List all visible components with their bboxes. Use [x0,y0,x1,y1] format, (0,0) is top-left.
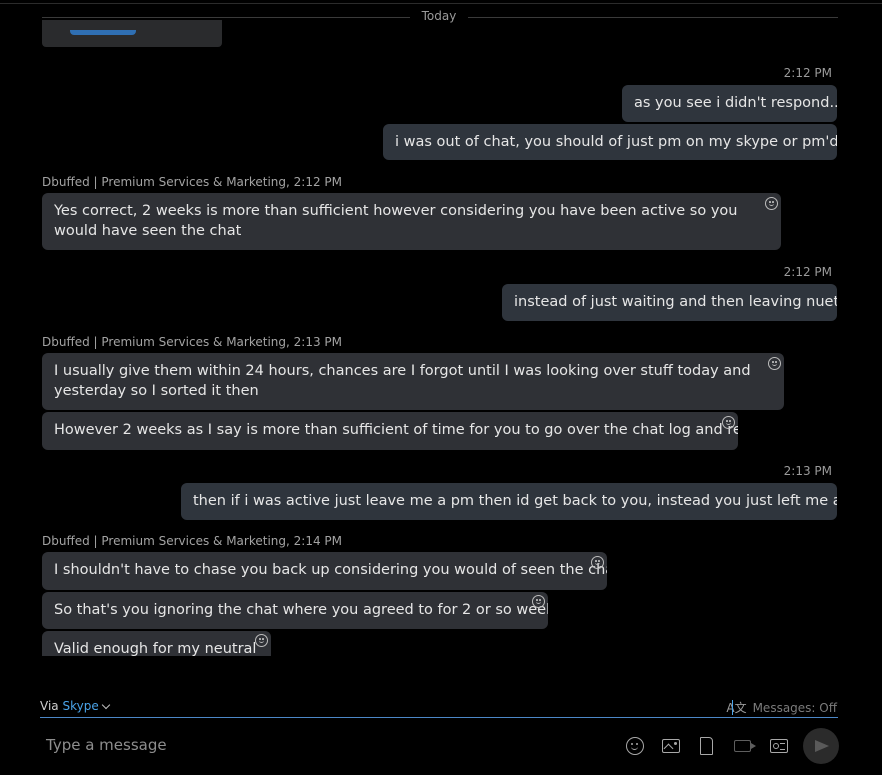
incoming-message[interactable]: Yes correct, 2 weeks is more than suffic… [42,193,781,250]
translation-status[interactable]: A文 Messages: Off [726,699,837,716]
incoming-message[interactable]: I usually give them within 24 hours, cha… [42,353,784,410]
timestamp: 2:13 PM [783,464,832,478]
add-reaction-icon[interactable] [768,357,781,370]
sender-time: 2:13 PM [293,335,343,349]
outgoing-message[interactable]: instead of just waiting and then leaving… [502,284,837,321]
add-reaction-icon[interactable] [255,634,268,647]
outgoing-message[interactable]: then if i was active just leave me a pm … [181,483,837,520]
timestamp: 2:12 PM [783,66,832,80]
messages-status: Messages: Off [752,701,837,715]
contact-card-icon[interactable] [770,739,788,753]
sender-name: Dbuffed | Premium Services & Marketing, [42,534,290,548]
sender-line: Dbuffed | Premium Services & Marketing, … [42,175,342,189]
image-icon[interactable] [662,739,680,753]
incoming-message[interactable]: Valid enough for my neutral [42,631,271,656]
emoji-icon[interactable] [626,737,644,755]
incoming-message[interactable]: However 2 weeks as I say is more than su… [42,412,738,450]
via-service[interactable]: Skype [62,699,98,713]
text-cursor [732,700,734,715]
message-list[interactable]: 2:12 PM as you see i didn't respond.... … [0,0,882,656]
message-input[interactable]: Type a message [46,736,167,754]
add-reaction-icon[interactable] [532,595,545,608]
sender-time: 2:14 PM [293,534,343,548]
video-message-icon[interactable] [734,740,756,752]
chevron-down-icon[interactable] [101,700,110,710]
sender-name: Dbuffed | Premium Services & Marketing, [42,175,290,189]
incoming-message[interactable]: I shouldn't have to chase you back up co… [42,552,607,590]
composer-underline [40,717,838,718]
add-reaction-icon[interactable] [591,556,604,569]
sender-name: Dbuffed | Premium Services & Marketing, [42,335,290,349]
incoming-message[interactable]: So that's you ignoring the chat where yo… [42,592,548,629]
previous-message-attachment[interactable] [42,20,222,47]
file-icon[interactable] [700,737,713,755]
outgoing-message[interactable]: as you see i didn't respond.... [622,85,837,122]
via-label: Via [40,699,59,713]
outgoing-message[interactable]: i was out of chat, you should of just pm… [383,124,837,160]
sender-line: Dbuffed | Premium Services & Marketing, … [42,534,342,548]
sender-line: Dbuffed | Premium Services & Marketing, … [42,335,342,349]
attachment-bar [70,30,136,35]
send-button[interactable] [803,728,839,764]
translate-icon[interactable]: A文 [726,700,747,715]
timestamp: 2:12 PM [783,265,832,279]
add-reaction-icon[interactable] [722,416,735,429]
translate-icon-text: A文 [726,701,747,715]
sender-time: 2:12 PM [293,175,343,189]
add-reaction-icon[interactable] [765,197,778,210]
send-via-selector[interactable]: Via Skype [40,699,110,713]
